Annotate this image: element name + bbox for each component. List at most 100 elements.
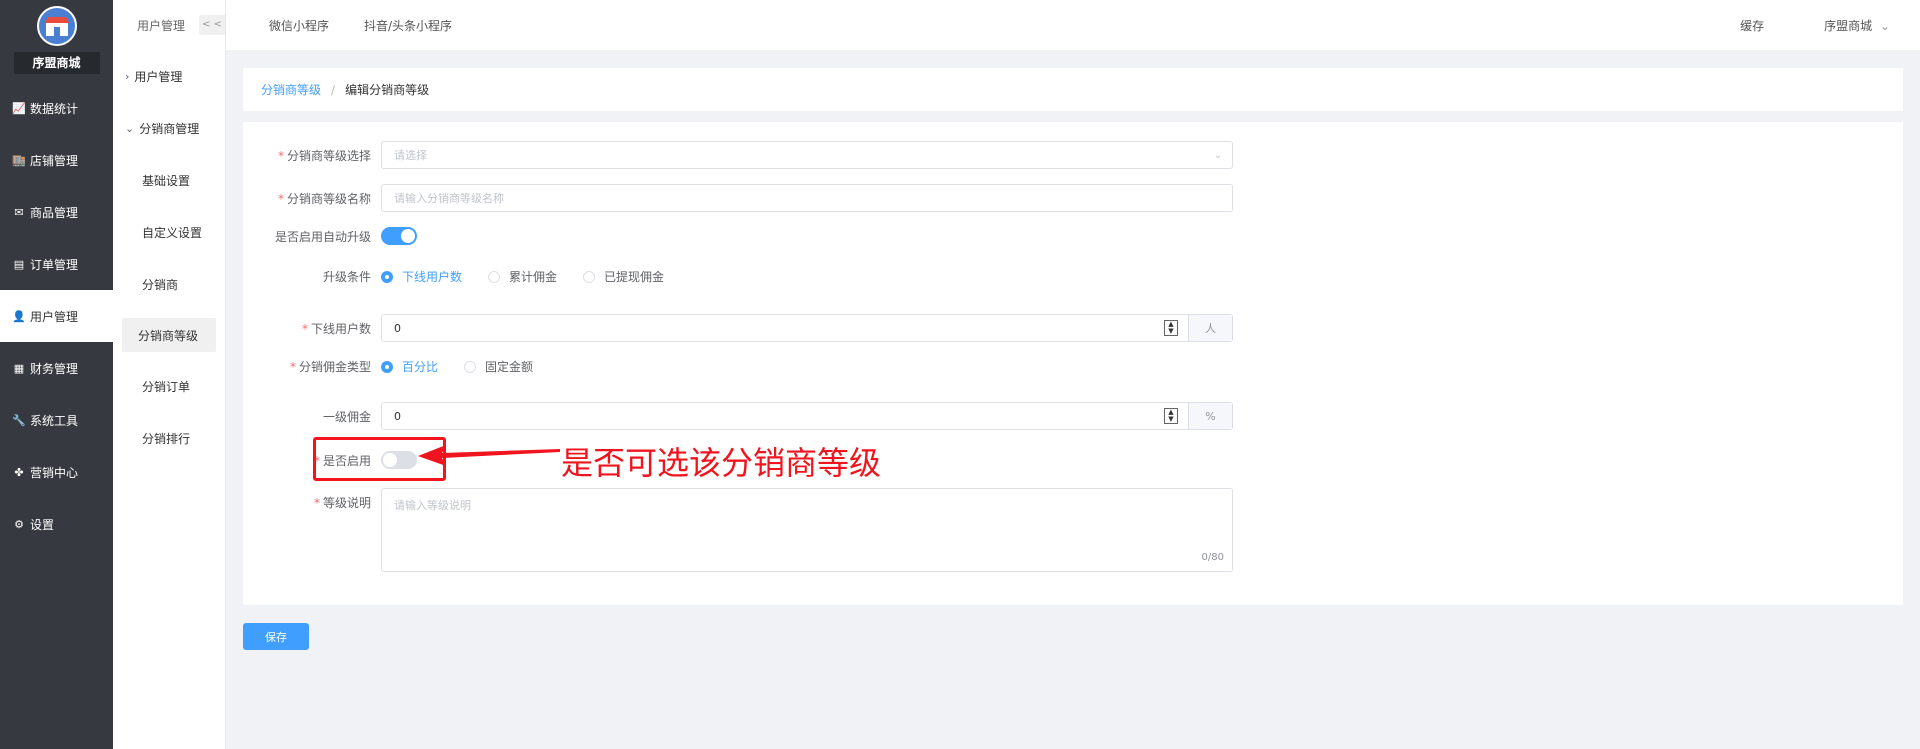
- label-commission-type: * 分销佣金类型: [243, 358, 381, 375]
- save-button[interactable]: 保存: [243, 623, 309, 650]
- label-level-select: * 分销商等级选择: [243, 147, 381, 164]
- level-name-input[interactable]: 请输入分销商等级名称: [381, 184, 1233, 212]
- nav-item-tools[interactable]: 🔧 系统工具: [0, 394, 113, 446]
- required-mark: *: [277, 191, 284, 206]
- user-name: 序盟商城: [1824, 18, 1873, 33]
- sub-group-label: 用户管理: [134, 69, 183, 84]
- stepper-icon[interactable]: ▲ ▼: [1164, 320, 1178, 336]
- row-level-select: * 分销商等级选择 请选择 ⌄: [243, 141, 1233, 169]
- required-mark: *: [277, 148, 284, 163]
- top-bar: 微信小程序 抖音/头条小程序 缓存 序盟商城 ⌄: [226, 0, 1920, 50]
- required-mark: *: [313, 496, 320, 510]
- sub-item-distribution-ranking[interactable]: 分销排行: [113, 412, 225, 464]
- radio-dot: [381, 270, 393, 283]
- logo-area: 序盟商城: [0, 0, 113, 82]
- label-text: 下线用户数: [310, 321, 371, 336]
- cache-button[interactable]: 缓存: [1740, 17, 1764, 34]
- label-upgrade-condition: 升级条件: [322, 270, 371, 284]
- downline-count-unit: 人: [1188, 315, 1232, 341]
- radio-fixed-amount[interactable]: 固定金额: [464, 358, 533, 375]
- label-text: 分销佣金类型: [298, 360, 371, 374]
- required-mark: *: [301, 321, 308, 336]
- store-icon: 🏬: [12, 153, 26, 167]
- label-auto-upgrade: 是否启用自动升级: [274, 229, 371, 244]
- row-level1-commission: 一级佣金 0 ▲ ▼ %: [243, 402, 1233, 430]
- label-description: * 等级说明: [243, 488, 381, 511]
- breadcrumb: 分销商等级 / 编辑分销商等级: [243, 68, 1903, 111]
- nav-item-marketing[interactable]: ✤ 营销中心: [0, 446, 113, 498]
- nav-item-data-stats[interactable]: 📈 数据统计: [0, 82, 113, 134]
- nav-item-settings[interactable]: ⚙ 设置: [0, 498, 113, 550]
- annotation-arrow-icon: [418, 445, 560, 466]
- nav-item-orders[interactable]: ▤ 订单管理: [0, 238, 113, 290]
- description-textarea[interactable]: 请输入等级说明 0/80: [381, 488, 1233, 572]
- nav-item-users[interactable]: 👤 用户管理: [0, 290, 113, 342]
- tab-wechat-miniprogram[interactable]: 微信小程序: [269, 17, 329, 34]
- label-text: 等级说明: [322, 496, 371, 510]
- label-text: 分销商等级选择: [286, 148, 371, 163]
- user-icon: 👤: [12, 309, 26, 323]
- label-downline-count: * 下线用户数: [243, 320, 381, 337]
- chart-icon: 📈: [12, 101, 26, 115]
- breadcrumb-separator: /: [331, 82, 336, 97]
- radio-label: 已提现佣金: [604, 270, 665, 284]
- level1-commission-input[interactable]: 0 ▲ ▼ %: [381, 402, 1233, 430]
- sub-item-distributor-levels[interactable]: 分销商等级: [122, 318, 216, 352]
- annotation-text: 是否可选该分销商等级: [561, 444, 882, 482]
- sub-group-users[interactable]: › 用户管理: [113, 50, 225, 102]
- tab-douyin-miniprogram[interactable]: 抖音/头条小程序: [364, 17, 452, 34]
- sub-group-distributors[interactable]: ⌄ 分销商管理: [113, 102, 225, 154]
- auto-upgrade-switch[interactable]: [381, 227, 417, 245]
- radio-withdrawn-commission[interactable]: 已提现佣金: [583, 268, 664, 285]
- chevron-down-icon: ⌄: [1879, 18, 1890, 33]
- row-downline-count: * 下线用户数 0 ▲ ▼ 人: [243, 314, 1233, 342]
- label-level-name: * 分销商等级名称: [243, 190, 381, 207]
- row-level-name: * 分销商等级名称 请输入分销商等级名称: [243, 184, 1233, 212]
- collapse-button[interactable]: < <: [199, 15, 225, 35]
- level-name-placeholder: 请输入分销商等级名称: [394, 192, 504, 205]
- level-select-dropdown[interactable]: 请选择 ⌄: [381, 141, 1233, 169]
- label-level1-commission: 一级佣金: [322, 409, 371, 424]
- radio-label: 百分比: [402, 360, 439, 374]
- stepper-icon[interactable]: ▲ ▼: [1164, 408, 1178, 424]
- level1-commission-value: 0: [394, 409, 401, 423]
- switch-knob: [401, 229, 415, 243]
- user-menu[interactable]: 序盟商城 ⌄: [1794, 17, 1890, 34]
- nav-item-store[interactable]: 🏬 店铺管理: [0, 134, 113, 186]
- radio-label: 下线用户数: [402, 270, 463, 284]
- downline-count-value: 0: [394, 321, 401, 335]
- nav-item-finance[interactable]: ▦ 财务管理: [0, 342, 113, 394]
- row-auto-upgrade: 是否启用自动升级: [243, 227, 417, 245]
- radio-label: 累计佣金: [509, 270, 558, 284]
- sub-item-basic-settings[interactable]: 基础设置: [113, 154, 225, 206]
- radio-dot: [488, 270, 501, 283]
- breadcrumb-parent-link[interactable]: 分销商等级: [261, 81, 321, 98]
- nav-label: 数据统计: [30, 101, 79, 116]
- nav-label: 财务管理: [30, 361, 79, 376]
- level1-commission-unit: %: [1188, 403, 1232, 429]
- radio-percentage[interactable]: 百分比: [381, 358, 438, 375]
- sub-item-distribution-orders[interactable]: 分销订单: [113, 360, 225, 412]
- nav-label: 系统工具: [30, 413, 79, 428]
- downline-count-input[interactable]: 0 ▲ ▼ 人: [381, 314, 1233, 342]
- label-text: 分销商等级名称: [286, 191, 371, 206]
- radio-downline-users[interactable]: 下线用户数: [381, 268, 462, 285]
- order-icon: ▤: [13, 257, 25, 271]
- chevron-down-icon: ⌄: [125, 121, 135, 135]
- level-select-placeholder: 请选择: [394, 149, 427, 162]
- main-sidebar: 序盟商城 📈 数据统计 🏬 店铺管理 ✉ 商品管理 ▤ 订单管理 👤 用户管理 ▦ 财务管理…: [0, 0, 113, 749]
- sub-item-distributors[interactable]: 分销商: [113, 258, 225, 310]
- radio-label: 固定金额: [485, 360, 534, 374]
- shop-name: 序盟商城: [13, 52, 100, 74]
- nav-label: 商品管理: [30, 205, 79, 220]
- sub-item-custom-settings[interactable]: 自定义设置: [113, 206, 225, 258]
- shop-logo-icon: [36, 6, 77, 46]
- nav-item-goods[interactable]: ✉ 商品管理: [0, 186, 113, 238]
- chevron-right-icon: ›: [125, 69, 130, 83]
- finance-icon: ▦: [13, 361, 25, 375]
- sub-menu-header: 用户管理 < <: [113, 0, 225, 50]
- radio-accumulated-commission[interactable]: 累计佣金: [488, 268, 557, 285]
- required-mark: *: [289, 360, 296, 374]
- nav-label: 设置: [30, 517, 55, 532]
- nav-label: 用户管理: [30, 309, 79, 324]
